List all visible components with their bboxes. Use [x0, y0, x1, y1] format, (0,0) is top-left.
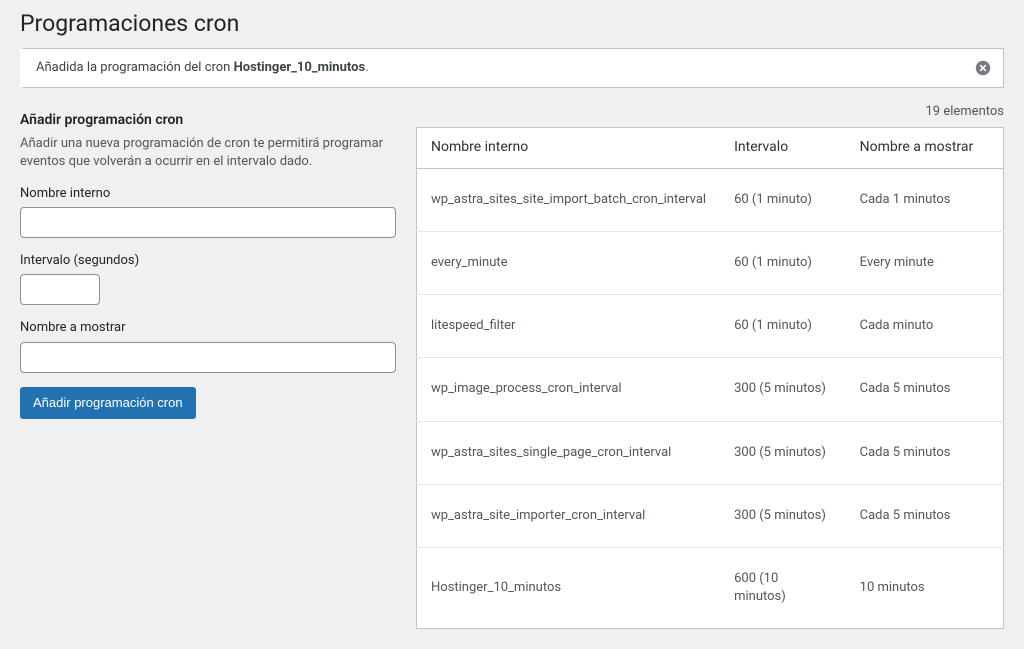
- cell-interval: 60 (1 minuto): [720, 168, 846, 231]
- header-interval: Intervalo: [720, 128, 846, 169]
- add-schedule-button[interactable]: Añadir programación cron: [20, 387, 196, 419]
- cell-internal-name: wp_astra_sites_single_page_cron_interval: [417, 421, 721, 484]
- cell-internal-name: wp_astra_site_importer_cron_interval: [417, 484, 721, 547]
- notice-text: Añadida la programación del cron Hosting…: [36, 59, 369, 77]
- header-display-name: Nombre a mostrar: [846, 128, 1004, 169]
- table-row: Hostinger_10_minutos600 (10 minutos)10 m…: [417, 547, 1004, 628]
- table-row: wp_astra_site_importer_cron_interval300 …: [417, 484, 1004, 547]
- item-count: 19 elementos: [416, 103, 1004, 121]
- success-notice: Añadida la programación del cron Hosting…: [20, 48, 1004, 88]
- cell-interval: 300 (5 minutos): [720, 421, 846, 484]
- cell-display-name: Cada 5 minutos: [846, 358, 1004, 421]
- table-row: wp_image_process_cron_interval300 (5 min…: [417, 358, 1004, 421]
- cell-internal-name: Hostinger_10_minutos: [417, 547, 721, 628]
- close-icon[interactable]: [975, 60, 991, 76]
- table-row: wp_astra_sites_site_import_batch_cron_in…: [417, 168, 1004, 231]
- notice-prefix: Añadida la programación del cron: [36, 60, 234, 75]
- form-description: Añadir una nueva programación de cron te…: [20, 135, 396, 171]
- cell-interval: 300 (5 minutos): [720, 484, 846, 547]
- cell-interval: 600 (10 minutos): [720, 547, 846, 628]
- page-title: Programaciones cron: [20, 0, 1004, 43]
- display-name-label: Nombre a mostrar: [20, 319, 396, 337]
- schedules-table: Nombre interno Intervalo Nombre a mostra…: [416, 127, 1004, 629]
- cell-display-name: Cada 5 minutos: [846, 484, 1004, 547]
- cell-interval: 60 (1 minuto): [720, 295, 846, 358]
- cell-internal-name: wp_astra_sites_site_import_batch_cron_in…: [417, 168, 721, 231]
- notice-schedule-name: Hostinger_10_minutos: [234, 60, 366, 75]
- internal-name-label: Nombre interno: [20, 185, 396, 203]
- cell-display-name: Cada minuto: [846, 295, 1004, 358]
- header-internal-name: Nombre interno: [417, 128, 721, 169]
- notice-suffix: .: [365, 60, 368, 75]
- cell-display-name: Every minute: [846, 232, 1004, 295]
- cell-display-name: Cada 5 minutos: [846, 421, 1004, 484]
- table-row: wp_astra_sites_single_page_cron_interval…: [417, 421, 1004, 484]
- display-name-input[interactable]: [20, 342, 396, 373]
- cell-internal-name: every_minute: [417, 232, 721, 295]
- form-heading: Añadir programación cron: [20, 111, 396, 131]
- interval-label: Intervalo (segundos): [20, 252, 396, 270]
- internal-name-input[interactable]: [20, 207, 396, 238]
- cell-display-name: 10 minutos: [846, 547, 1004, 628]
- add-schedule-form: Añadir programación cron Añadir una nuev…: [20, 103, 416, 419]
- table-row: litespeed_filter60 (1 minuto)Cada minuto: [417, 295, 1004, 358]
- table-row: every_minute60 (1 minuto)Every minute: [417, 232, 1004, 295]
- cell-internal-name: wp_image_process_cron_interval: [417, 358, 721, 421]
- interval-input[interactable]: [20, 274, 100, 305]
- cell-interval: 60 (1 minuto): [720, 232, 846, 295]
- cell-interval: 300 (5 minutos): [720, 358, 846, 421]
- cell-internal-name: litespeed_filter: [417, 295, 721, 358]
- cell-display-name: Cada 1 minutos: [846, 168, 1004, 231]
